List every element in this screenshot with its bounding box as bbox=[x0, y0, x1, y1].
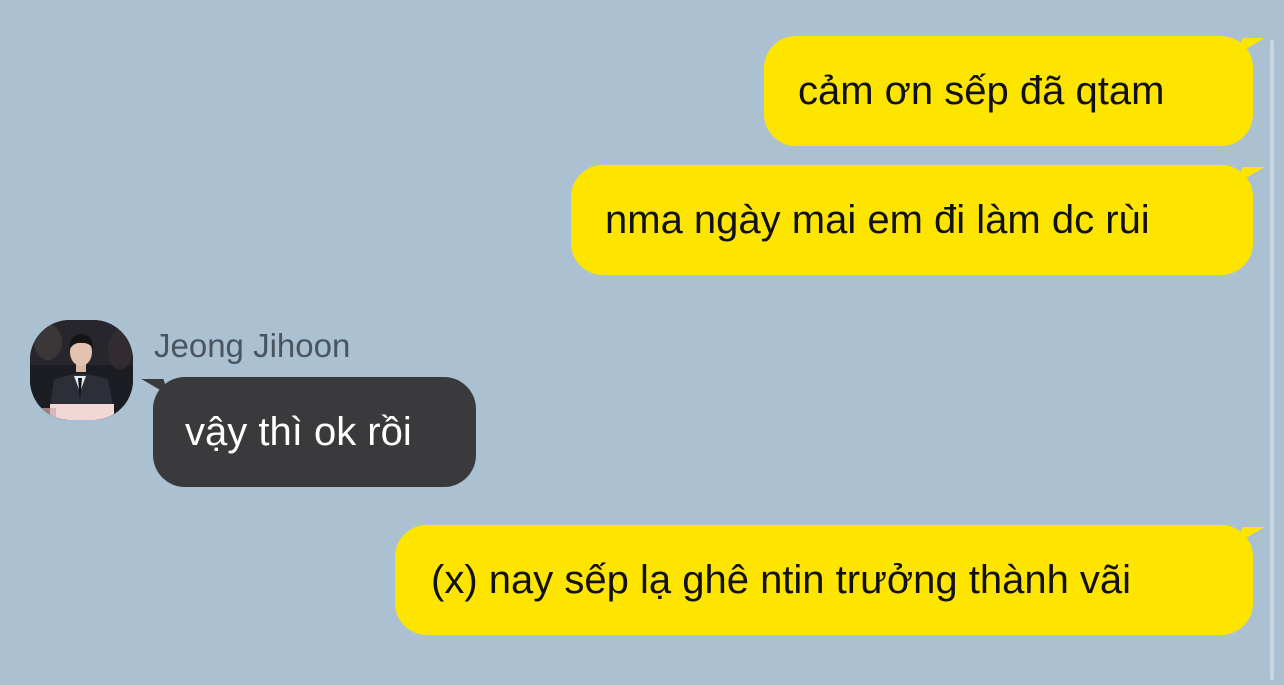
avatar-photo-icon bbox=[30, 320, 133, 420]
sent-message-bubble[interactable]: (x) nay sếp lạ ghê ntin trưởng thành vãi bbox=[395, 525, 1253, 635]
message-text: (x) nay sếp lạ ghê ntin trưởng thành vãi bbox=[431, 558, 1132, 602]
sent-message-bubble[interactable]: nma ngày mai em đi làm dc rùi bbox=[571, 165, 1253, 275]
chat-area[interactable]: cảm ơn sếp đã qtam nma ngày mai em đi là… bbox=[0, 0, 1284, 685]
message-text: nma ngày mai em đi làm dc rùi bbox=[605, 198, 1150, 242]
contact-avatar[interactable] bbox=[30, 320, 133, 420]
scrollbar[interactable] bbox=[1270, 40, 1274, 680]
received-message-bubble[interactable]: vậy thì ok rồi bbox=[153, 377, 476, 487]
sent-message-bubble[interactable]: cảm ơn sếp đã qtam bbox=[764, 36, 1253, 146]
message-text: cảm ơn sếp đã qtam bbox=[798, 69, 1165, 113]
sender-name: Jeong Jihoon bbox=[154, 327, 351, 364]
message-text: vậy thì ok rồi bbox=[185, 410, 412, 454]
